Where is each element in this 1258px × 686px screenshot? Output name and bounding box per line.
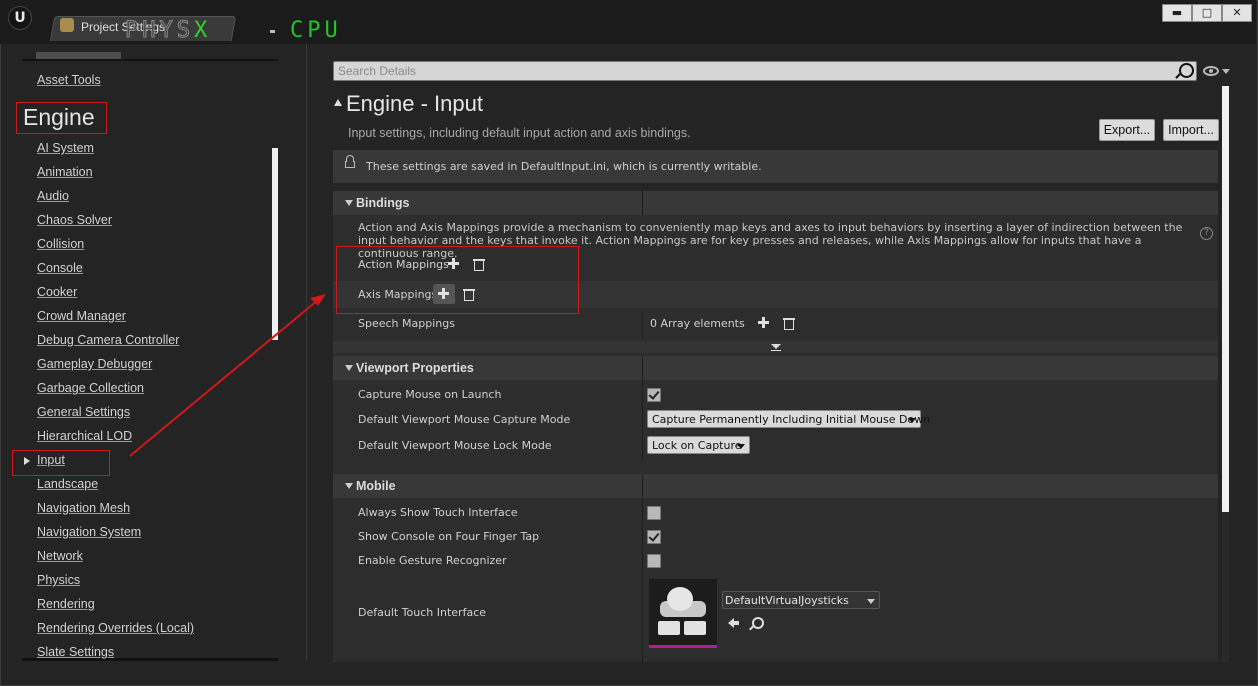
annotation-arrow	[129, 294, 326, 457]
annotation-arrow-line	[129, 299, 319, 457]
